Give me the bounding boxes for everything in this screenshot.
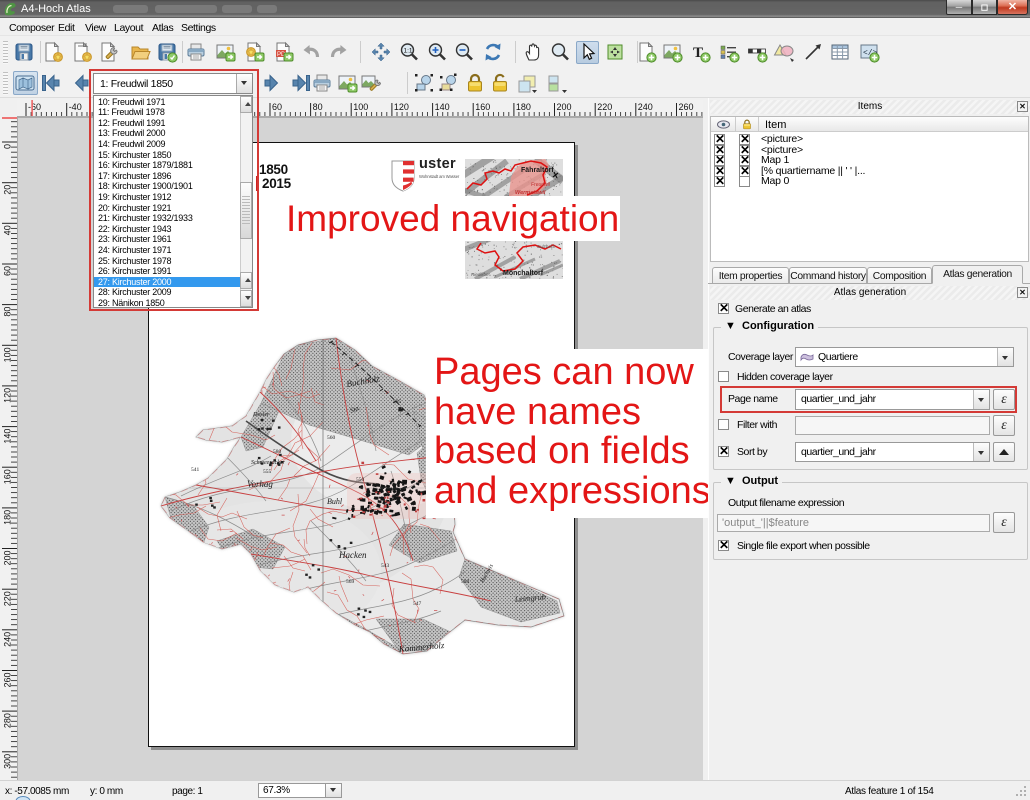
svg-text:180: 180 [516, 102, 531, 112]
svg-text:200: 200 [557, 102, 572, 112]
svg-text:Buhl: Buhl [327, 497, 343, 506]
svg-text:585: 585 [393, 399, 402, 405]
svg-text:Sulzbach: Sulzbach [537, 244, 556, 249]
svg-text:Dosler: Dosler [252, 412, 270, 418]
svg-text:240: 240 [638, 102, 653, 112]
svg-text:220: 220 [597, 102, 612, 112]
svg-text:140: 140 [435, 102, 450, 112]
svg-text:569: 569 [346, 579, 355, 585]
svg-text:260: 260 [679, 102, 694, 112]
svg-text:120: 120 [394, 102, 409, 112]
svg-text:0: 0 [3, 144, 13, 149]
svg-text:543: 543 [381, 563, 390, 569]
svg-text:Vorhag: Vorhag [247, 479, 273, 489]
svg-text:Hacken: Hacken [338, 550, 367, 560]
svg-text:Freudwil: Freudwil [531, 182, 551, 188]
svg-text:547: 547 [413, 601, 422, 607]
svg-text:80: 80 [313, 102, 323, 112]
svg-text:60: 60 [272, 102, 282, 112]
svg-text:550: 550 [356, 477, 365, 483]
svg-text:Riedikon: Riedikon [471, 272, 489, 277]
svg-text:1:1: 1:1 [404, 48, 413, 55]
svg-text:541: 541 [191, 467, 200, 473]
svg-text:Mönchaltorf: Mönchaltorf [503, 270, 544, 277]
svg-text:100: 100 [353, 102, 368, 112]
svg-text:160: 160 [475, 102, 490, 112]
svg-text:588: 588 [461, 579, 470, 585]
svg-text:-60: -60 [28, 102, 41, 112]
svg-text:560: 560 [327, 435, 336, 441]
svg-text:Fähraltorf: Fähraltorf [521, 167, 554, 174]
svg-text:555: 555 [263, 469, 272, 475]
svg-text:580: 580 [273, 449, 282, 455]
svg-text:-40: -40 [69, 102, 82, 112]
svg-text:Schmeeracker: Schmeeracker [251, 460, 286, 466]
